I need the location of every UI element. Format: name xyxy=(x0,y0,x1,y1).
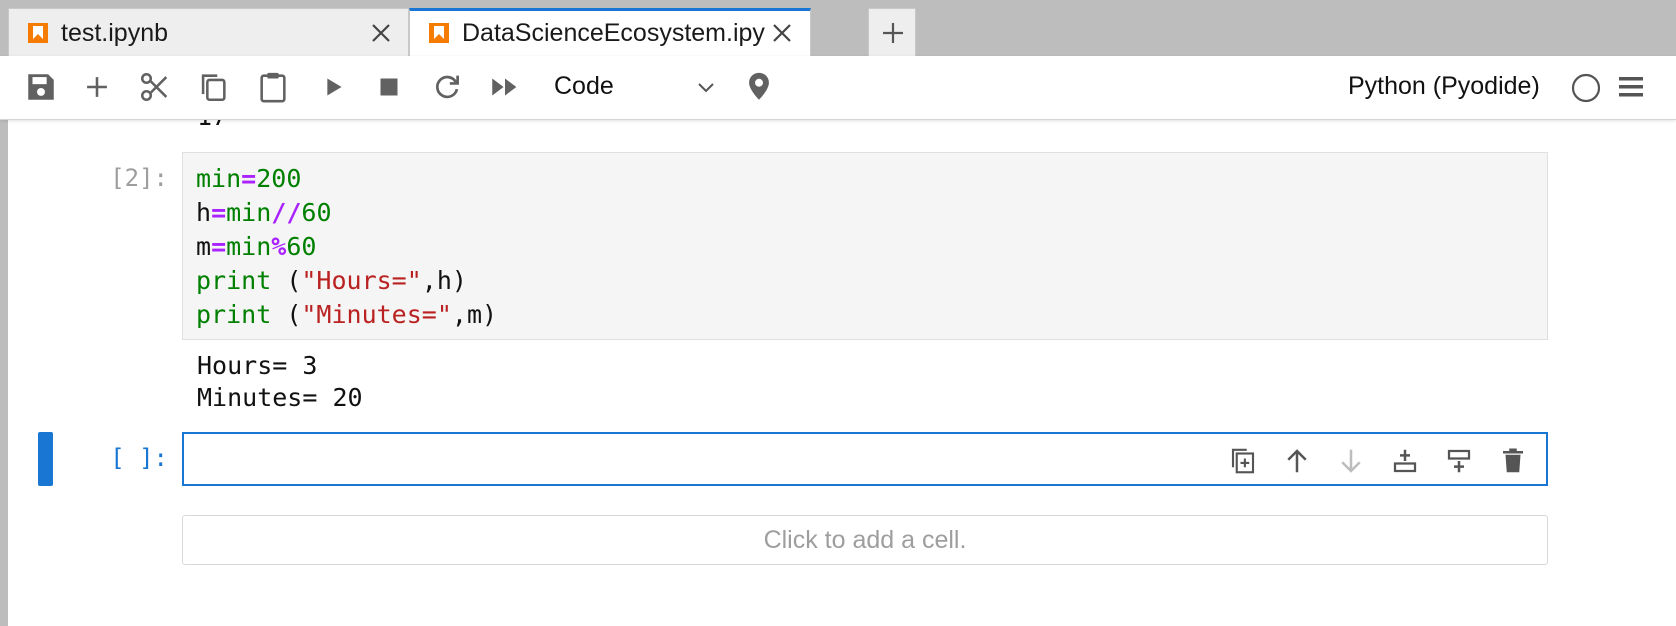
add-cell-button[interactable]: Click to add a cell. xyxy=(182,515,1548,565)
run-all-button[interactable] xyxy=(488,70,522,104)
map-pin-icon xyxy=(749,72,769,100)
restart-button[interactable] xyxy=(430,70,464,104)
code-line: min=200 xyxy=(196,164,302,193)
cell-output-line: Hours= 3 xyxy=(197,351,318,380)
clipboard-icon xyxy=(260,72,286,103)
tab-datascienceecosystem[interactable]: DataScienceEcosystem.ipy xyxy=(409,8,811,56)
tab-label: DataScienceEcosystem.ipy xyxy=(462,19,765,47)
scissors-icon xyxy=(140,72,168,102)
previous-cell-output: 17 xyxy=(197,120,227,131)
new-tab-button[interactable] xyxy=(868,8,916,56)
plus-icon xyxy=(883,23,903,43)
code-cell-editor[interactable]: min=200 h=min//60 m=min%60 print ("Hours… xyxy=(182,152,1548,340)
tab-label: test.ipynb xyxy=(61,19,169,47)
notebook-icon xyxy=(429,23,449,43)
left-gutter xyxy=(0,120,8,626)
right-gutter xyxy=(1668,120,1676,626)
refresh-icon xyxy=(436,75,459,99)
notebook-toolbar: Code Python (Pyodide) xyxy=(0,56,1676,120)
copy-button[interactable] xyxy=(196,70,230,104)
arrow-down-icon[interactable] xyxy=(1336,446,1366,476)
cell-output-line: Minutes= 20 xyxy=(197,383,363,412)
play-icon xyxy=(327,78,342,96)
active-cell-editor[interactable] xyxy=(182,432,1548,486)
insert-above-icon[interactable] xyxy=(1390,446,1420,476)
insert-cell-button[interactable] xyxy=(80,70,114,104)
insert-below-icon[interactable] xyxy=(1444,446,1474,476)
code-line: h=min//60 xyxy=(196,198,332,227)
close-icon[interactable] xyxy=(369,21,393,45)
cell-type-value: Code xyxy=(554,72,614,100)
notebook-icon xyxy=(28,23,48,43)
save-button[interactable] xyxy=(24,70,58,104)
close-icon[interactable] xyxy=(770,21,794,45)
stop-icon xyxy=(380,78,398,96)
code-line: print ("Minutes=",m) xyxy=(196,300,498,329)
fast-forward-icon xyxy=(492,78,517,96)
duplicate-cell-icon[interactable] xyxy=(1228,446,1258,476)
cell-type-dropdown[interactable]: Code xyxy=(548,66,718,108)
tab-test-ipynb[interactable]: test.ipynb xyxy=(8,8,409,56)
kernel-idle-icon xyxy=(1571,73,1601,103)
tab-bar: test.ipynb DataScienceEcosystem.ipy xyxy=(0,0,1676,56)
debugger-button[interactable] xyxy=(742,70,776,104)
chevron-down-icon xyxy=(698,83,714,93)
jupyterlite-window: test.ipynb DataScienceEcosystem.ipy Code… xyxy=(0,0,1676,626)
run-button[interactable] xyxy=(316,70,350,104)
copy-icon xyxy=(201,74,226,102)
interrupt-button[interactable] xyxy=(372,70,406,104)
menu-icon[interactable] xyxy=(1616,72,1646,102)
notebook-panel[interactable]: 17 [2]: min=200 h=min//60 m=min%60 print… xyxy=(8,120,1676,626)
arrow-up-icon[interactable] xyxy=(1282,446,1312,476)
kernel-name[interactable]: Python (Pyodide) xyxy=(1348,72,1540,101)
paste-button[interactable] xyxy=(256,70,290,104)
code-line: print ("Hours=",h) xyxy=(196,266,467,295)
cell-prompt: [ ]: xyxy=(110,444,168,472)
cut-button[interactable] xyxy=(138,70,172,104)
cell-prompt: [2]: xyxy=(110,164,168,192)
code-line: m=min%60 xyxy=(196,232,317,261)
trash-icon[interactable] xyxy=(1498,446,1528,476)
save-icon xyxy=(28,74,54,100)
plus-icon xyxy=(87,77,107,97)
